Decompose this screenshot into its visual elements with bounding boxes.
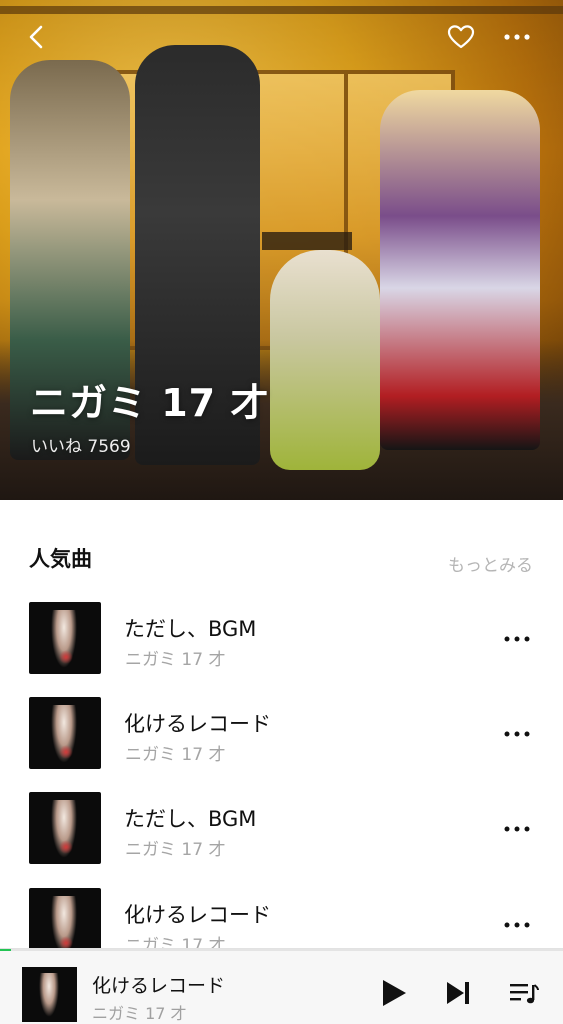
now-playing-title: 化けるレコード: [92, 975, 226, 997]
back-chevron-icon: [29, 25, 43, 49]
more-horizontal-icon: [504, 636, 530, 642]
band-member-3: [270, 250, 380, 470]
song-title: 化けるレコード: [124, 712, 271, 736]
heart-icon: [447, 25, 475, 49]
more-horizontal-icon: [504, 922, 530, 928]
artist-like-count: いいね 7569: [31, 437, 131, 457]
artist-hero: ニガミ 17 才 いいね 7569: [0, 0, 563, 500]
queue-list-icon: [510, 984, 539, 1004]
song-artist: ニガミ 17 才: [125, 650, 226, 670]
song-artist: ニガミ 17 才: [125, 745, 226, 765]
song-row[interactable]: 化けるレコード ニガミ 17 才: [0, 697, 563, 792]
playback-progress-bar[interactable]: [0, 949, 563, 951]
see-more-link[interactable]: もっとみる: [448, 551, 533, 576]
hero-storefront-sign: [262, 232, 352, 250]
song-title: ただし、BGM: [124, 617, 257, 641]
song-title: ただし、BGM: [124, 807, 257, 831]
more-options-button[interactable]: [500, 20, 534, 54]
like-button[interactable]: [444, 20, 478, 54]
band-member-4: [380, 90, 540, 450]
skip-next-icon: [447, 982, 469, 1004]
play-icon: [383, 980, 406, 1006]
queue-button[interactable]: [506, 975, 542, 1011]
album-art: [29, 602, 101, 674]
song-more-button[interactable]: [499, 719, 535, 749]
mini-player[interactable]: 化けるレコード ニガミ 17 才: [0, 948, 563, 1024]
song-row[interactable]: ただし、BGM ニガミ 17 才: [0, 602, 563, 697]
song-title: 化けるレコード: [124, 903, 271, 927]
more-horizontal-icon: [504, 731, 530, 737]
hero-ceiling-beam: [0, 6, 563, 14]
song-more-button[interactable]: [499, 814, 535, 844]
play-button[interactable]: [376, 975, 412, 1011]
more-horizontal-icon: [504, 826, 530, 832]
song-artist: ニガミ 17 才: [125, 840, 226, 860]
back-button[interactable]: [20, 20, 54, 54]
song-more-button[interactable]: [499, 624, 535, 654]
song-row[interactable]: ただし、BGM ニガミ 17 才: [0, 792, 563, 887]
more-horizontal-icon: [504, 34, 530, 40]
next-track-button[interactable]: [440, 975, 476, 1011]
playback-progress-fill: [0, 949, 12, 951]
now-playing-album-art: [22, 967, 77, 1022]
section-title: 人気曲: [29, 547, 92, 571]
artist-name: ニガミ 17 才: [30, 381, 270, 425]
album-art: [29, 792, 101, 864]
album-art: [29, 697, 101, 769]
song-more-button[interactable]: [499, 910, 535, 940]
now-playing-artist: ニガミ 17 才: [92, 1004, 187, 1023]
